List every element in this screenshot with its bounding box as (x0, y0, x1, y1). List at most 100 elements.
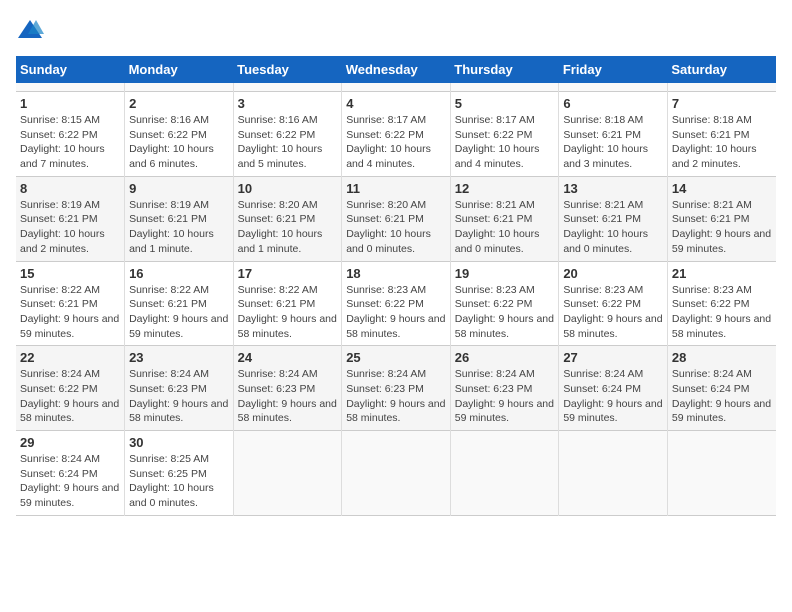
day-number: 26 (455, 350, 555, 365)
header-friday: Friday (559, 56, 668, 83)
day-number: 4 (346, 96, 446, 111)
day-number: 3 (238, 96, 338, 111)
day-number: 7 (672, 96, 772, 111)
calendar-header: SundayMondayTuesdayWednesdayThursdayFrid… (16, 56, 776, 83)
day-info: Sunrise: 8:19 AMSunset: 6:21 PMDaylight:… (20, 198, 120, 257)
header-thursday: Thursday (450, 56, 559, 83)
empty-cell (559, 83, 668, 92)
day-number: 19 (455, 266, 555, 281)
day-info: Sunrise: 8:24 AMSunset: 6:22 PMDaylight:… (20, 367, 120, 426)
day-number: 10 (238, 181, 338, 196)
day-cell-30: 30 Sunrise: 8:25 AMSunset: 6:25 PMDayligh… (125, 431, 234, 516)
day-cell-8: 8 Sunrise: 8:19 AMSunset: 6:21 PMDaylight… (16, 176, 125, 261)
week-row-2: 8 Sunrise: 8:19 AMSunset: 6:21 PMDaylight… (16, 176, 776, 261)
day-number: 30 (129, 435, 229, 450)
day-cell-29: 29Sunrise: 8:24 AMSunset: 6:24 PMDayligh… (16, 431, 125, 516)
day-number: 8 (20, 181, 120, 196)
day-info: Sunrise: 8:21 AMSunset: 6:21 PMDaylight:… (563, 198, 663, 257)
day-info: Sunrise: 8:18 AMSunset: 6:21 PMDaylight:… (672, 113, 772, 172)
day-number: 17 (238, 266, 338, 281)
day-info: Sunrise: 8:15 AMSunset: 6:22 PMDaylight:… (20, 113, 120, 172)
week-row-5: 29Sunrise: 8:24 AMSunset: 6:24 PMDayligh… (16, 431, 776, 516)
day-cell-25: 25 Sunrise: 8:24 AMSunset: 6:23 PMDayligh… (342, 346, 451, 431)
header-monday: Monday (125, 56, 234, 83)
day-info: Sunrise: 8:21 AMSunset: 6:21 PMDaylight:… (455, 198, 555, 257)
day-number: 15 (20, 266, 120, 281)
day-number: 25 (346, 350, 446, 365)
day-cell-12: 12Sunrise: 8:21 AMSunset: 6:21 PMDayligh… (450, 176, 559, 261)
day-info: Sunrise: 8:18 AMSunset: 6:21 PMDaylight:… (563, 113, 663, 172)
day-cell-4: 4 Sunrise: 8:17 AMSunset: 6:22 PMDaylight… (342, 92, 451, 177)
calendar-table: SundayMondayTuesdayWednesdayThursdayFrid… (16, 56, 776, 516)
day-cell-14: 14Sunrise: 8:21 AMSunset: 6:21 PMDayligh… (667, 176, 776, 261)
day-number: 2 (129, 96, 229, 111)
day-info: Sunrise: 8:23 AMSunset: 6:22 PMDaylight:… (455, 283, 555, 342)
day-cell-27: 27 Sunrise: 8:24 AMSunset: 6:24 PMDayligh… (559, 346, 668, 431)
day-cell-16: 16 Sunrise: 8:22 AMSunset: 6:21 PMDayligh… (125, 261, 234, 346)
day-number: 28 (672, 350, 772, 365)
day-info: Sunrise: 8:22 AMSunset: 6:21 PMDaylight:… (129, 283, 229, 342)
day-info: Sunrise: 8:16 AMSunset: 6:22 PMDaylight:… (129, 113, 229, 172)
day-info: Sunrise: 8:17 AMSunset: 6:22 PMDaylight:… (346, 113, 446, 172)
empty-cell (450, 431, 559, 516)
empty-cell (450, 83, 559, 92)
day-cell-2: 2 Sunrise: 8:16 AMSunset: 6:22 PMDaylight… (125, 92, 234, 177)
day-cell-18: 18Sunrise: 8:23 AMSunset: 6:22 PMDayligh… (342, 261, 451, 346)
day-cell-5: 5 Sunrise: 8:17 AMSunset: 6:22 PMDaylight… (450, 92, 559, 177)
day-number: 5 (455, 96, 555, 111)
day-number: 9 (129, 181, 229, 196)
day-info: Sunrise: 8:20 AMSunset: 6:21 PMDaylight:… (346, 198, 446, 257)
day-info: Sunrise: 8:25 AMSunset: 6:25 PMDaylight:… (129, 452, 229, 511)
day-info: Sunrise: 8:16 AMSunset: 6:22 PMDaylight:… (238, 113, 338, 172)
day-number: 14 (672, 181, 772, 196)
day-info: Sunrise: 8:24 AMSunset: 6:24 PMDaylight:… (563, 367, 663, 426)
header-sunday: Sunday (16, 56, 125, 83)
empty-cell (342, 83, 451, 92)
day-number: 16 (129, 266, 229, 281)
page-header (16, 16, 776, 44)
day-info: Sunrise: 8:24 AMSunset: 6:23 PMDaylight:… (238, 367, 338, 426)
day-cell-24: 24Sunrise: 8:24 AMSunset: 6:23 PMDayligh… (233, 346, 342, 431)
day-info: Sunrise: 8:24 AMSunset: 6:23 PMDaylight:… (346, 367, 446, 426)
day-number: 1 (20, 96, 120, 111)
day-info: Sunrise: 8:24 AMSunset: 6:23 PMDaylight:… (129, 367, 229, 426)
empty-cell (16, 83, 125, 92)
day-cell-10: 10 Sunrise: 8:20 AMSunset: 6:21 PMDayligh… (233, 176, 342, 261)
day-info: Sunrise: 8:17 AMSunset: 6:22 PMDaylight:… (455, 113, 555, 172)
day-info: Sunrise: 8:20 AMSunset: 6:21 PMDaylight:… (238, 198, 338, 257)
empty-cell (125, 83, 234, 92)
day-info: Sunrise: 8:24 AMSunset: 6:24 PMDaylight:… (20, 452, 120, 511)
header-tuesday: Tuesday (233, 56, 342, 83)
empty-cell (342, 431, 451, 516)
day-info: Sunrise: 8:22 AMSunset: 6:21 PMDaylight:… (20, 283, 120, 342)
calendar-body: 1 Sunrise: 8:15 AMSunset: 6:22 PMDaylight… (16, 83, 776, 515)
day-number: 6 (563, 96, 663, 111)
empty-cell (667, 83, 776, 92)
day-cell-3: 3 Sunrise: 8:16 AMSunset: 6:22 PMDaylight… (233, 92, 342, 177)
day-cell-19: 19 Sunrise: 8:23 AMSunset: 6:22 PMDayligh… (450, 261, 559, 346)
week-row-0 (16, 83, 776, 92)
day-number: 27 (563, 350, 663, 365)
day-cell-11: 11Sunrise: 8:20 AMSunset: 6:21 PMDayligh… (342, 176, 451, 261)
header-saturday: Saturday (667, 56, 776, 83)
header-wednesday: Wednesday (342, 56, 451, 83)
day-cell-23: 23 Sunrise: 8:24 AMSunset: 6:23 PMDayligh… (125, 346, 234, 431)
day-cell-15: 15 Sunrise: 8:22 AMSunset: 6:21 PMDayligh… (16, 261, 125, 346)
day-cell-20: 20Sunrise: 8:23 AMSunset: 6:22 PMDayligh… (559, 261, 668, 346)
day-cell-26: 26Sunrise: 8:24 AMSunset: 6:23 PMDayligh… (450, 346, 559, 431)
day-cell-21: 21Sunrise: 8:23 AMSunset: 6:22 PMDayligh… (667, 261, 776, 346)
day-cell-17: 17Sunrise: 8:22 AMSunset: 6:21 PMDayligh… (233, 261, 342, 346)
day-cell-22: 22Sunrise: 8:24 AMSunset: 6:22 PMDayligh… (16, 346, 125, 431)
empty-cell (559, 431, 668, 516)
week-row-3: 15 Sunrise: 8:22 AMSunset: 6:21 PMDayligh… (16, 261, 776, 346)
empty-cell (233, 83, 342, 92)
day-number: 13 (563, 181, 663, 196)
day-number: 23 (129, 350, 229, 365)
day-cell-13: 13 Sunrise: 8:21 AMSunset: 6:21 PMDayligh… (559, 176, 668, 261)
header-row: SundayMondayTuesdayWednesdayThursdayFrid… (16, 56, 776, 83)
logo-icon (16, 16, 44, 44)
day-cell-1: 1 Sunrise: 8:15 AMSunset: 6:22 PMDaylight… (16, 92, 125, 177)
day-info: Sunrise: 8:24 AMSunset: 6:24 PMDaylight:… (672, 367, 772, 426)
day-cell-28: 28 Sunrise: 8:24 AMSunset: 6:24 PMDayligh… (667, 346, 776, 431)
day-number: 20 (563, 266, 663, 281)
